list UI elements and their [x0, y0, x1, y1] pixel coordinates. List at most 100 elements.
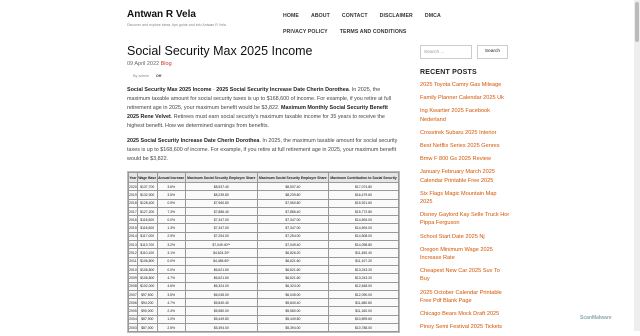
table-cell: $14,098.80	[328, 240, 399, 250]
post-category-link[interactable]: Blog	[161, 61, 172, 67]
recent-post-link[interactable]: Disney Gaylord Kay Selle Truck Hor Pippa…	[420, 211, 510, 227]
recent-post-link[interactable]: Chicago Bears Mock Draft 2025	[420, 310, 510, 318]
search-input[interactable]: Search ...	[420, 45, 472, 59]
table-row: 2006 $94,200 4.7% $5,840.40 $5,840.40 $11,680…	[128, 298, 399, 308]
table-cell: $106,800	[136, 264, 158, 275]
table-cell: 2010	[128, 264, 138, 275]
table-cell: $11,450.40	[328, 248, 399, 258]
recent-post-link[interactable]: 2025 Toyota Camry Gas Mileage	[420, 81, 510, 89]
recent-post-link[interactable]: Crosstrek Subaru 2025 Interior	[420, 129, 510, 137]
table-cell: 2014	[128, 231, 138, 242]
recent-post-link[interactable]: Oregon Minimum Wage 2025 Increase Rate	[420, 246, 510, 262]
table-header-row: Year Wage Base Annual Increase Maximum Soci…	[128, 172, 399, 183]
table-row: 2011 $106,800 0.0% $4,485.60* $6,621.60 $11,1…	[128, 256, 399, 266]
table-row: 2018 $128,400 0.9% $7,960.80 $7,960.80 $15,92…	[128, 198, 399, 208]
nav-contact[interactable]: CONTACT	[342, 8, 368, 24]
table-cell: $128,400	[136, 198, 158, 208]
table-row: 2005 $90,000 2.4% $5,580.00 $5,580.00 $11,160…	[128, 306, 399, 316]
recent-post-link[interactable]: January February March 2025 Calendar Pri…	[420, 168, 510, 184]
recent-post-link[interactable]: Ing Kwartier 2025 Facebook Nederland	[420, 107, 510, 123]
table-cell: $5,263.80	[256, 331, 330, 332]
recent-post-link[interactable]: School Start Date 2025 Nj	[420, 233, 510, 241]
table-cell: $7,960.80	[256, 198, 330, 208]
table-cell: $118,500	[136, 223, 158, 233]
table-cell: $6,621.60	[184, 273, 258, 283]
table-cell: $6,621.60	[256, 264, 330, 275]
nav-disclaimer[interactable]: DISCLAIMER	[380, 8, 413, 24]
table-cell: $13,243.20	[328, 273, 399, 283]
table-cell: $4,485.60*	[184, 256, 258, 266]
nav-about[interactable]: ABOUT	[311, 8, 330, 24]
table-cell: 0.0%	[156, 256, 186, 266]
table-cell: $127,200	[136, 206, 158, 217]
scrollbar-track[interactable]	[634, 0, 640, 331]
table-row: 2015 $118,500 1.3% $7,347.00 $7,347.00 $14,69…	[128, 223, 399, 233]
nav-privacy-policy[interactable]: PRIVACY POLICY	[283, 24, 328, 40]
table-row: 2016 $118,500 0.0% $7,347.00 $7,347.00 $14,69…	[128, 215, 399, 225]
nav-terms[interactable]: TERMS AND CONDITIONS	[340, 24, 407, 40]
table-header-cell: Year	[128, 172, 138, 183]
recent-post-link[interactable]: Family Planner Calendar 2025 Uk	[420, 94, 510, 102]
table-cell: $6,621.60	[256, 256, 330, 266]
table-cell: $7,049.40	[256, 240, 330, 250]
para1-bold-c: 2025 Social Security Increase Date Cheri…	[216, 87, 349, 93]
off-label: Off	[155, 74, 162, 78]
para2-bold-a: 2025 Social Security Increase Date Cheri…	[127, 138, 260, 144]
table-cell: $13,243.20	[328, 264, 399, 275]
table-cell: $7,960.80	[184, 198, 258, 208]
table-cell: $137,700	[136, 181, 158, 192]
recent-posts-heading: RECENT POSTS	[420, 69, 477, 76]
table-cell: $10,527.60	[328, 331, 399, 332]
table-cell: $102,000	[136, 281, 158, 291]
table-cell: $10,899.60	[328, 314, 399, 325]
post-author[interactable]: By admin	[133, 74, 149, 78]
watermark-logo: ScanMalware	[580, 315, 612, 321]
recent-post-link[interactable]: Bmw F 800 Gs 2025 Review	[420, 155, 510, 163]
recent-post-link[interactable]: Six Flags Magic Mountain Map 2025	[420, 190, 510, 206]
table-cell: $14,508.00	[328, 231, 399, 242]
site-title[interactable]: Antwan R Vela	[127, 9, 196, 20]
table-cell: $7,347.00	[256, 215, 330, 225]
table-cell: $84,900	[136, 331, 158, 332]
social-security-table-image: Year Wage Base Annual Increase Maximum Soci…	[127, 171, 400, 333]
table-cell: $17,074.80	[328, 181, 399, 192]
table-cell: 2007	[128, 289, 138, 300]
post-date: 09 April 2022	[127, 61, 160, 67]
table-cell: $7,347.00	[184, 215, 258, 225]
table-cell: $5,580.00	[256, 306, 330, 316]
table-cell: 2008	[128, 281, 138, 291]
search-button[interactable]: Search	[477, 45, 508, 59]
recent-post-link[interactable]: Cheapest New Car 2025 Suv To Buy	[420, 267, 510, 283]
table-cell: 2019	[128, 190, 138, 200]
table-header-cell: Annual Increase	[156, 172, 186, 183]
recent-post-link[interactable]: Best Netflix Series 2025 Genres	[420, 142, 510, 150]
table-row: 2008 $102,000 4.6% $6,324.00 $6,324.00 $12,64…	[128, 281, 399, 291]
table-cell: $7,886.40	[184, 206, 258, 217]
table-header-cell: Maximum Social Security Employer Share	[256, 172, 330, 183]
table-cell: 2012	[128, 248, 138, 258]
site-tagline: Discover and explore ideas, tips guide a…	[127, 23, 226, 27]
scrollbar-thumb[interactable]	[635, 2, 639, 42]
post-paragraph-1: Social Security Max 2025 Income · 2025 S…	[127, 86, 399, 131]
nav-dmca[interactable]: DMCA	[425, 8, 441, 24]
recent-post-link[interactable]: Pinoy Semi Festival 2025 Tickets	[420, 323, 510, 331]
table-cell: 2005	[128, 306, 138, 316]
table-cell: $8,239.80	[184, 190, 258, 200]
table-cell: 4.7%	[156, 273, 186, 283]
table-cell: 3.6%	[156, 181, 186, 192]
table-row: 2014 $117,000 2.9% $7,254.00 $7,254.00 $14,50…	[128, 231, 399, 242]
post-meta: 09 April 2022 Blog	[127, 61, 172, 67]
table-cell: $6,621.60	[256, 273, 330, 283]
recent-posts-list: 2025 Toyota Camry Gas Mileage Family Plan…	[420, 81, 510, 336]
author-row: By admin Off	[133, 74, 161, 78]
table-cell: $11,107.20	[328, 256, 399, 266]
table-row: 2017 $127,200 7.3% $7,886.40 $7,886.40 $15,77…	[128, 206, 399, 217]
recent-post-link[interactable]: 2025 October Calendar Printable Free Pdf…	[420, 289, 510, 305]
nav-home[interactable]: HOME	[283, 8, 299, 24]
table-cell: $87,900	[136, 314, 158, 325]
table-cell: $7,049.40**	[184, 240, 258, 250]
table-cell: 2017	[128, 206, 138, 217]
table-cell: $8,537.40	[184, 181, 258, 192]
table-cell: $106,800	[136, 256, 158, 266]
table-cell: $15,772.80	[328, 206, 399, 217]
